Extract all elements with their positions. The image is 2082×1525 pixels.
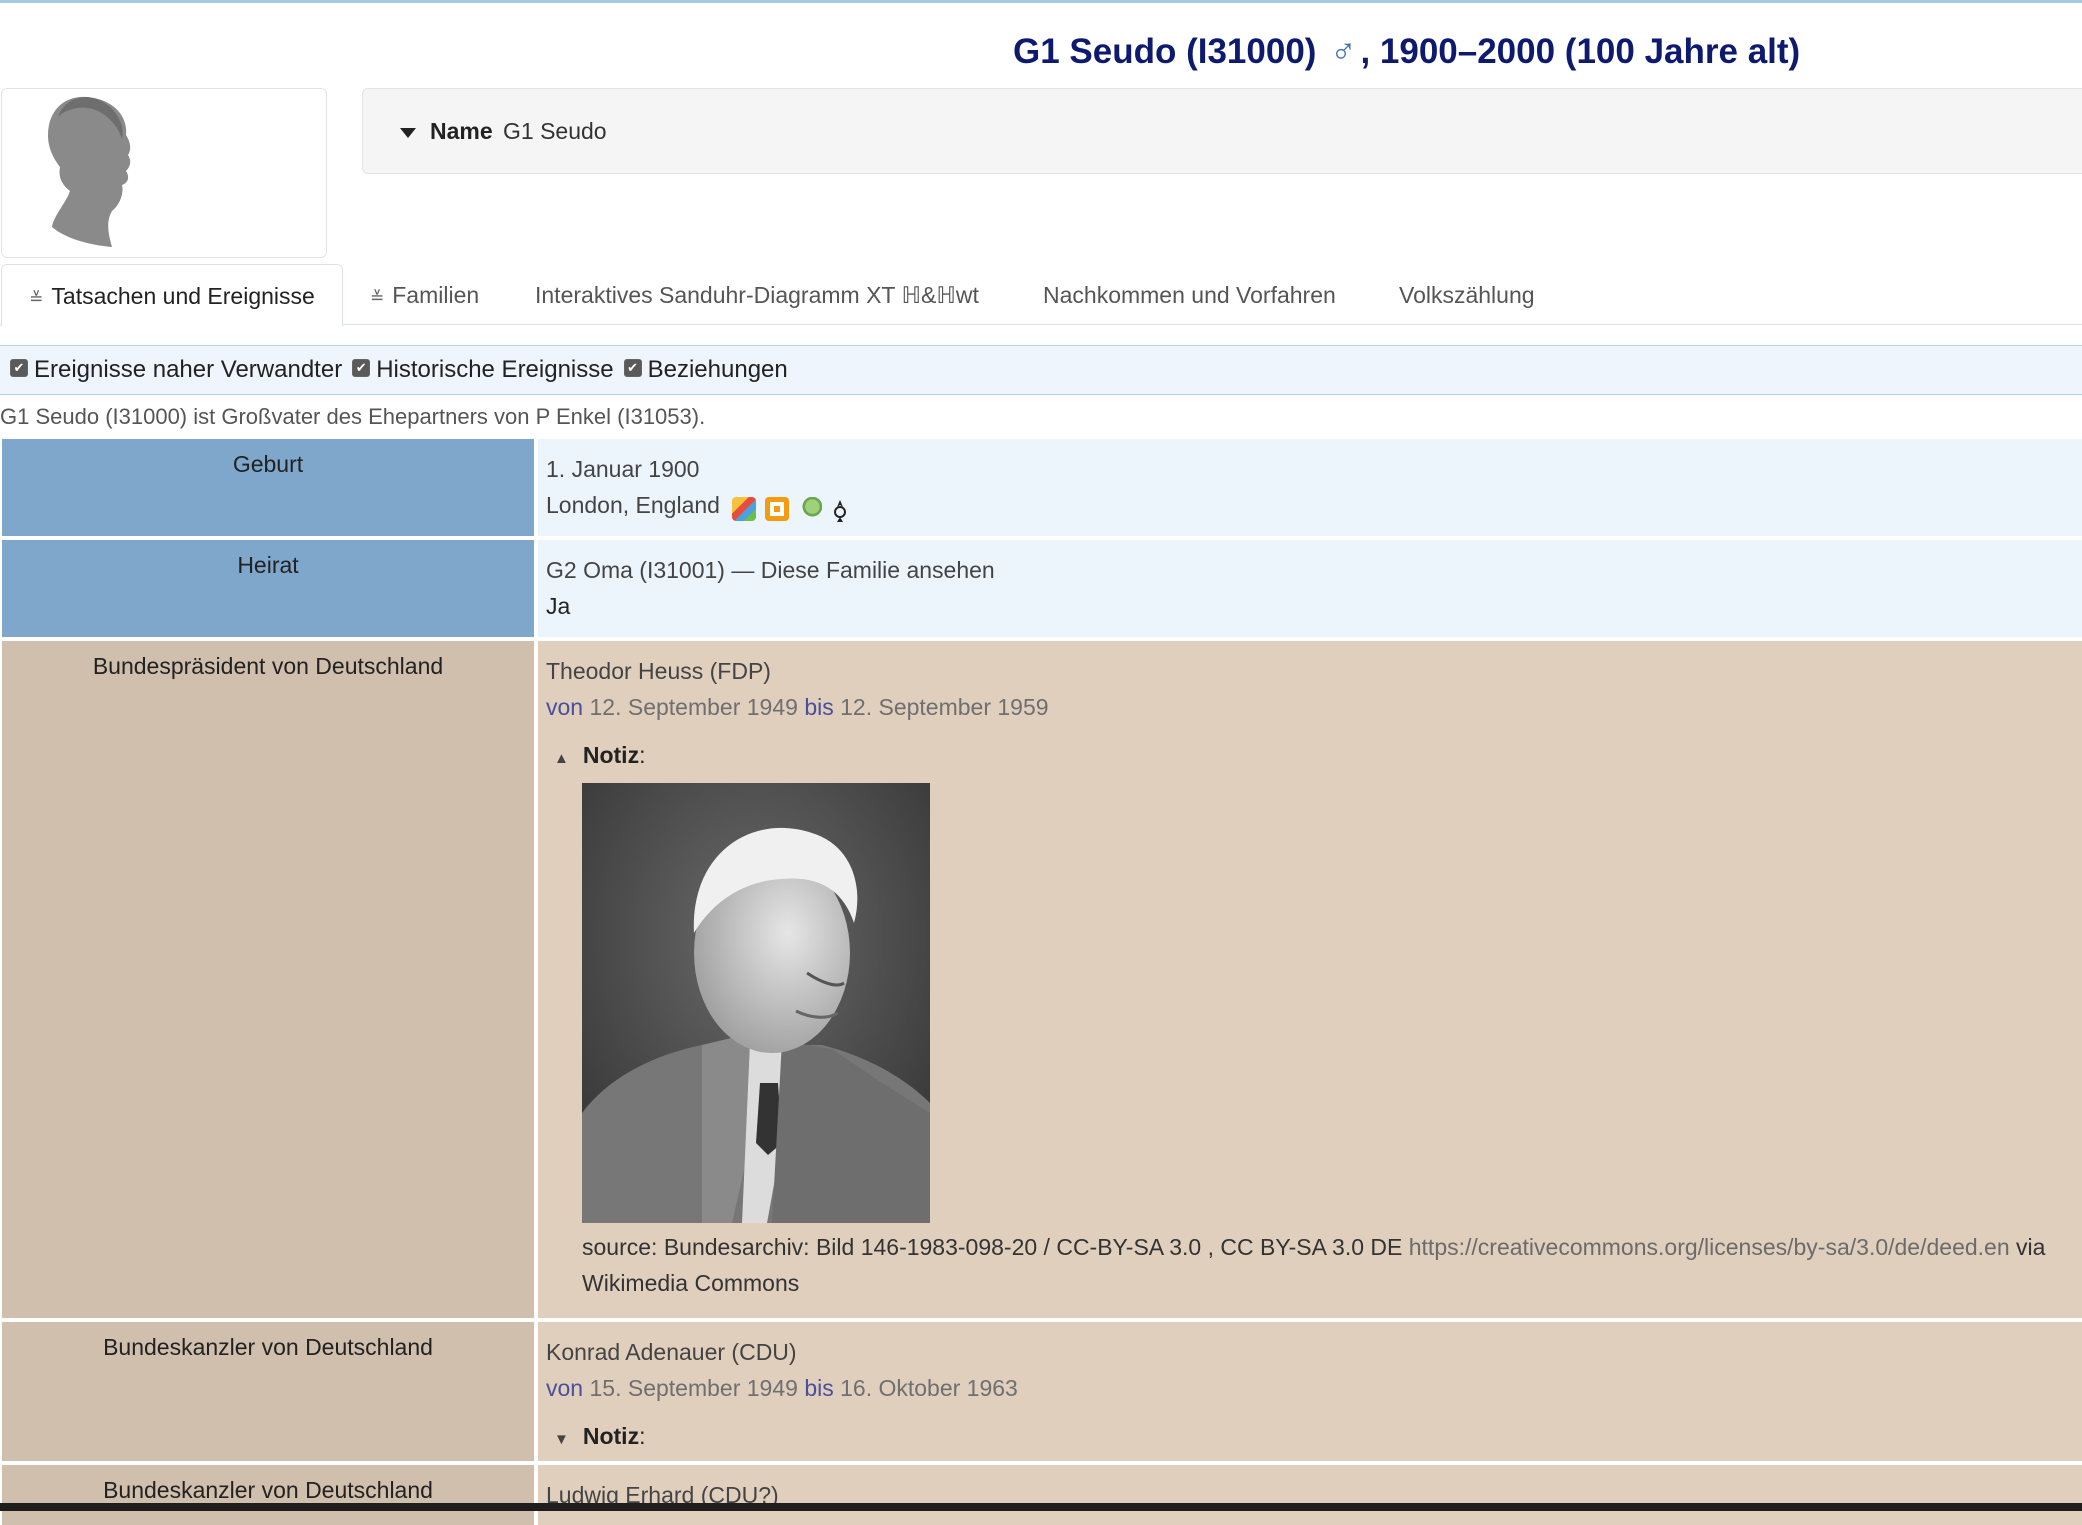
tab-nachkommen-vorfahren[interactable]: Nachkommen und Vorfahren [1043,264,1336,324]
name-panel[interactable]: Name G1 Seudo [362,88,2082,174]
fact-label: Bundeskanzler von Deutschland [2,1465,534,1525]
table-row: Geburt 1. Januar 1900 London, England [2,439,2082,536]
note-toggle[interactable]: ▲ Notiz: [546,737,2082,777]
table-row: Bundeskanzler von Deutschland Ludwig Erh… [2,1465,2082,1525]
tab-familien[interactable]: ≚ Familien [370,264,479,324]
filter-label: Historische Ereignisse [376,356,614,383]
tab-tatsachen[interactable]: ≚ Tatsachen und Ereignisse [1,264,343,327]
page-title: G1 Seudo (I31000) ♂, 1900–2000 (100 Jahr… [1013,24,1800,80]
end-date: 16. Oktober 1963 [840,1375,1018,1401]
caret-down-icon: ▼ [554,1431,569,1448]
checkbox-naher-verwandter[interactable]: ✔ [10,358,28,377]
person-name-id: G1 Seudo (I31000) [1013,32,1317,71]
marriage-value: Ja [546,593,571,619]
caret-up-icon: ▲ [554,750,569,767]
fact-date: 1. Januar 1900 [546,456,700,482]
collapse-icon: ≚ [370,288,385,307]
openstreetmap-icon[interactable] [765,496,790,521]
portrait-photo [582,783,930,1223]
filter-bar: ✔ Ereignisse naher Verwandter ✔ Historische… [0,345,2082,395]
tab-sanduhr-diagramm[interactable]: Interaktives Sanduhr-Diagramm XT ℍ&ℍwt [535,264,979,324]
fact-value: Theodor Heuss (FDP) von 12. September 19… [538,641,2082,1318]
name-label: Name [430,118,493,144]
end-date: 12. September 1959 [840,694,1049,720]
top-border [0,0,2082,3]
person-photo[interactable] [1,88,327,258]
table-row: Heirat G2 Oma (I31001) — Diese Familie a… [2,540,2082,637]
map-icon[interactable] [732,496,757,521]
filter-label: Ereignisse naher Verwandter [34,356,343,383]
compass-icon[interactable] [831,497,849,522]
date-keyword: von [546,1375,584,1401]
note-toggle[interactable]: ▼ Notiz: [546,1418,2082,1458]
fact-value: G2 Oma (I31001) — Diese Familie ansehen … [538,540,2082,637]
collapse-icon: ≚ [29,289,44,308]
date-keyword: bis [804,694,834,720]
silhouette-icon [48,96,131,248]
search-map-icon[interactable] [798,496,823,521]
lifespan-text: , 1900–2000 (100 Jahre alt) [1360,32,1801,71]
fact-label: Bundeskanzler von Deutschland [2,1322,534,1461]
taskbar-edge [0,1503,2082,1511]
spouse-family-link[interactable]: G2 Oma (I31001) — Diese Familie ansehen [546,552,2082,588]
fact-label: Heirat [2,540,534,637]
fact-value: Konrad Adenauer (CDU) von 15. September … [538,1322,2082,1461]
filter-label: Beziehungen [647,356,788,383]
caret-down-icon[interactable] [399,89,417,173]
date-keyword: bis [804,1375,834,1401]
name-value: G1 Seudo [503,118,607,144]
tab-volkszaehlung[interactable]: Volkszählung [1399,264,1535,324]
tab-bar: ≚ Tatsachen und Ereignisse ≚ Familien Inte… [0,264,2082,327]
officeholder-name: Konrad Adenauer (CDU) [546,1339,797,1365]
start-date: 12. September 1949 [589,694,798,720]
source-citation: source: Bundesarchiv: Bild 146-1983-098-… [582,1234,2046,1296]
place-link[interactable]: London, England [546,492,720,518]
relationship-text: G1 Seudo (I31000) ist Großvater des Ehep… [0,404,706,429]
male-sex-icon: ♂ [1330,32,1357,71]
license-link[interactable]: https://creativecommons.org/licenses/by-… [1409,1234,2010,1260]
checkbox-historische-ereignisse[interactable]: ✔ [352,358,371,377]
fact-value: 1. Januar 1900 London, England [538,439,2082,536]
date-keyword: von [546,694,584,720]
fact-value: Ludwig Erhard (CDU?) [538,1465,2082,1525]
table-row: Bundespräsident von Deutschland Theodor … [2,641,2082,1318]
fact-label: Bundespräsident von Deutschland [2,641,534,1318]
start-date: 15. September 1949 [589,1375,798,1401]
fact-label: Geburt [2,439,534,536]
table-row: Bundeskanzler von Deutschland Konrad Ade… [2,1322,2082,1461]
officeholder-name: Theodor Heuss (FDP) [546,658,771,684]
checkbox-beziehungen[interactable]: ✔ [623,358,642,377]
